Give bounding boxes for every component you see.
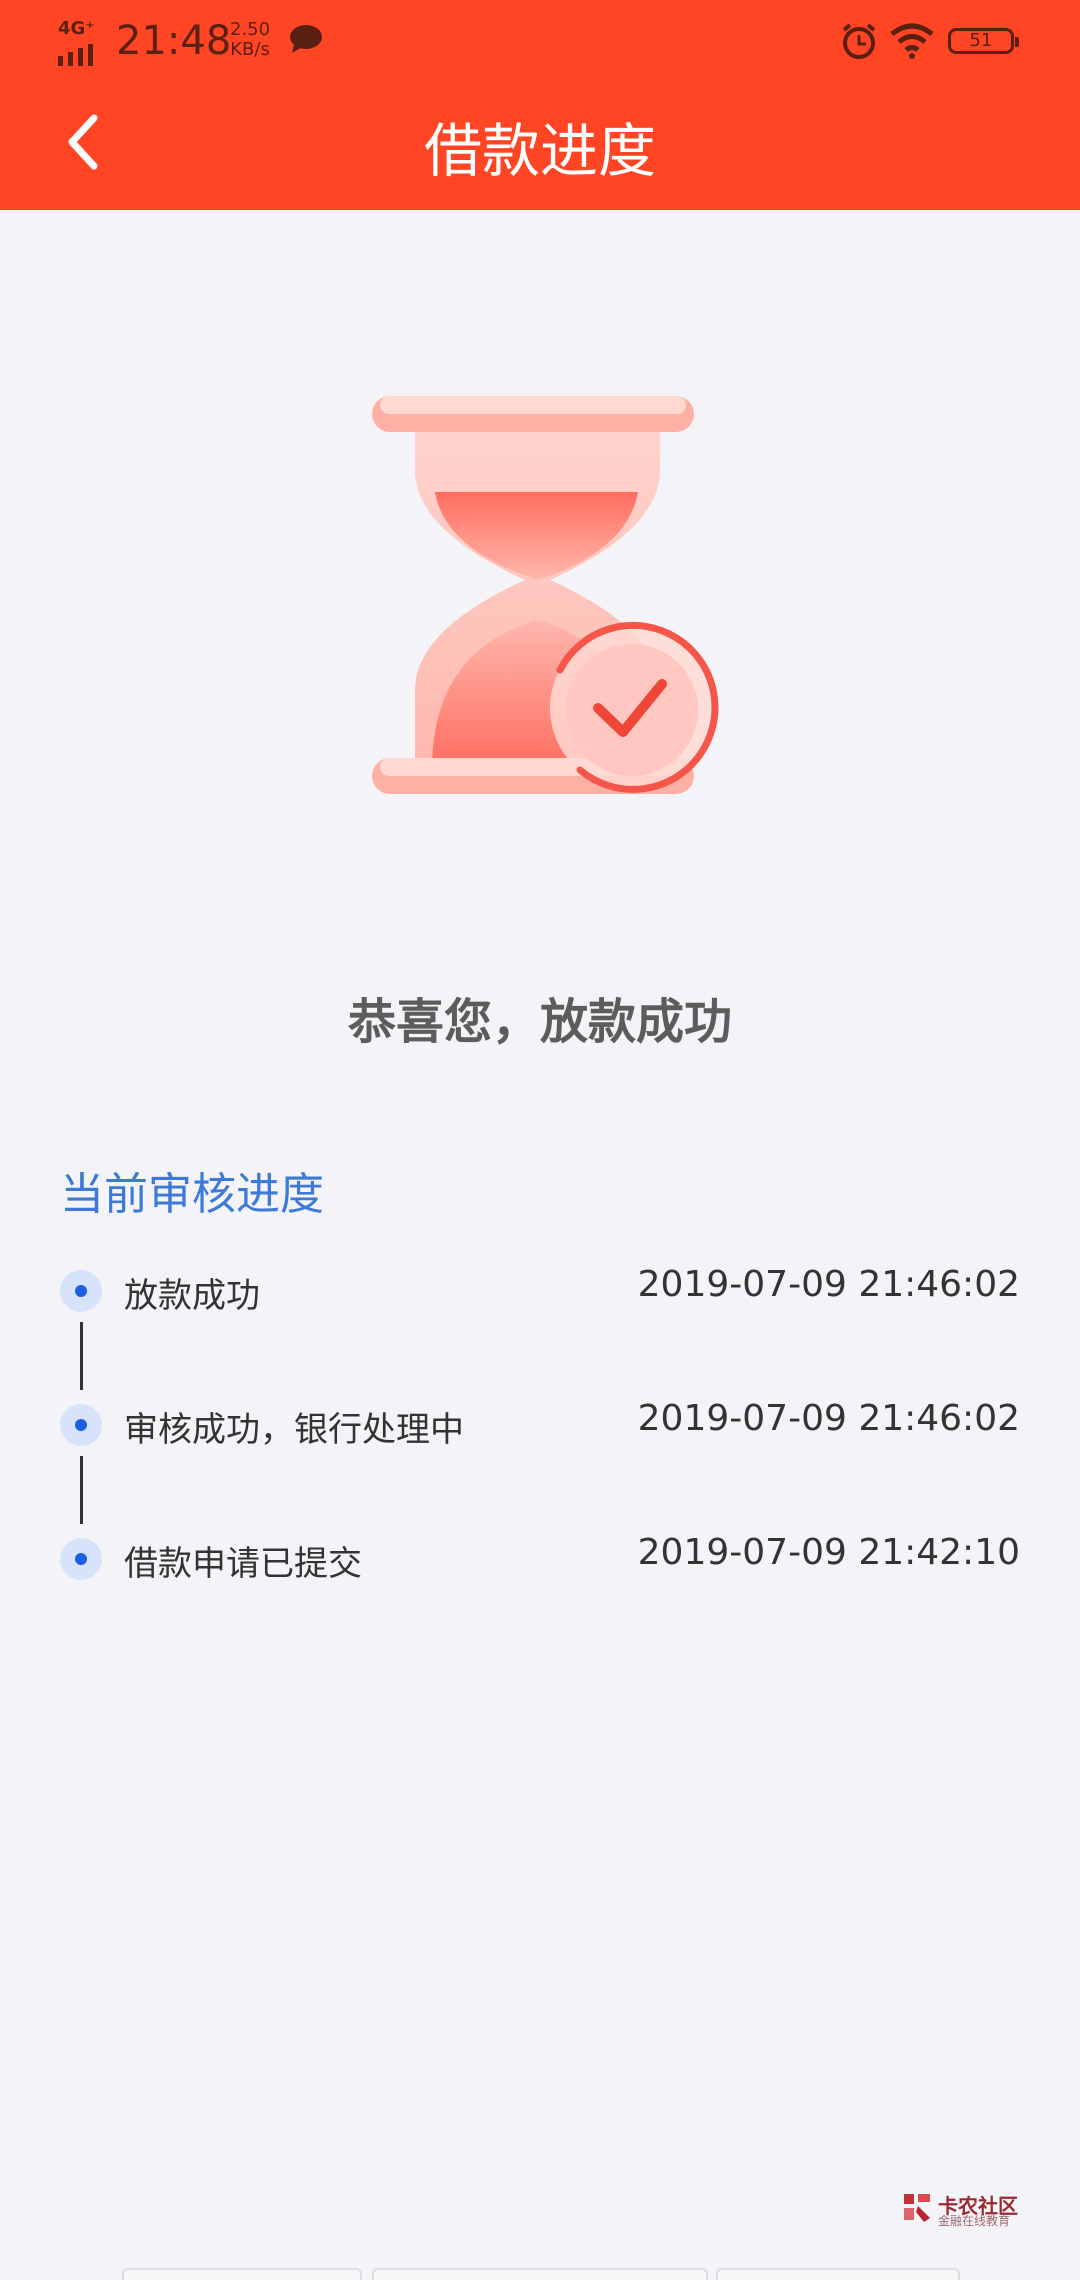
battery-icon: 51 (948, 28, 1019, 54)
wifi-icon (890, 23, 934, 59)
step-dot-icon (60, 1270, 102, 1312)
timeline-connector (80, 1322, 83, 1390)
watermark-logo: 卡农社区 金融在线教育 (900, 2188, 1020, 2228)
signal-indicator: 4G⁺ (58, 18, 104, 66)
progress-step: 审核成功，银行处理中 2019-07-09 21:46:02 (0, 1384, 1080, 1454)
app-header: 4G⁺ 21:48 2.50 KB/s 51 借款进度 (0, 0, 1080, 210)
step-label: 审核成功，银行处理中 (124, 1410, 464, 1450)
hourglass-check-icon (372, 396, 719, 794)
bottom-tab-edges (0, 2268, 1080, 2280)
success-message: 恭喜您，放款成功 (347, 994, 732, 1050)
step-dot-icon (60, 1404, 102, 1446)
step-time: 2019-07-09 21:42:10 (637, 1532, 1020, 1573)
message-icon (290, 25, 322, 53)
timeline-connector (80, 1456, 83, 1524)
status-bar: 4G⁺ 21:48 2.50 KB/s 51 (0, 0, 1080, 84)
step-label: 放款成功 (124, 1276, 260, 1316)
kanong-logo-icon (904, 2194, 930, 2222)
speed-unit: KB/s (230, 39, 270, 60)
network-type: 4G⁺ (58, 18, 95, 39)
step-time: 2019-07-09 21:46:02 (637, 1264, 1020, 1305)
signal-bars-icon (58, 44, 93, 66)
network-speed: 2.50 KB/s (230, 20, 270, 60)
status-time: 21:48 (116, 18, 232, 64)
progress-step: 借款申请已提交 2019-07-09 21:42:10 (0, 1518, 1080, 1588)
watermark-subtext: 金融在线教育 (938, 2214, 1011, 2228)
speed-value: 2.50 (230, 19, 271, 40)
progress-step: 放款成功 2019-07-09 21:46:02 (0, 1250, 1080, 1320)
step-label: 借款申请已提交 (124, 1544, 362, 1584)
page-title: 借款进度 (423, 117, 656, 185)
progress-section-title: 当前审核进度 (60, 1169, 324, 1220)
step-dot-icon (60, 1538, 102, 1580)
battery-level: 51 (969, 30, 993, 51)
alarm-icon (842, 23, 876, 59)
step-time: 2019-07-09 21:46:02 (637, 1398, 1020, 1439)
